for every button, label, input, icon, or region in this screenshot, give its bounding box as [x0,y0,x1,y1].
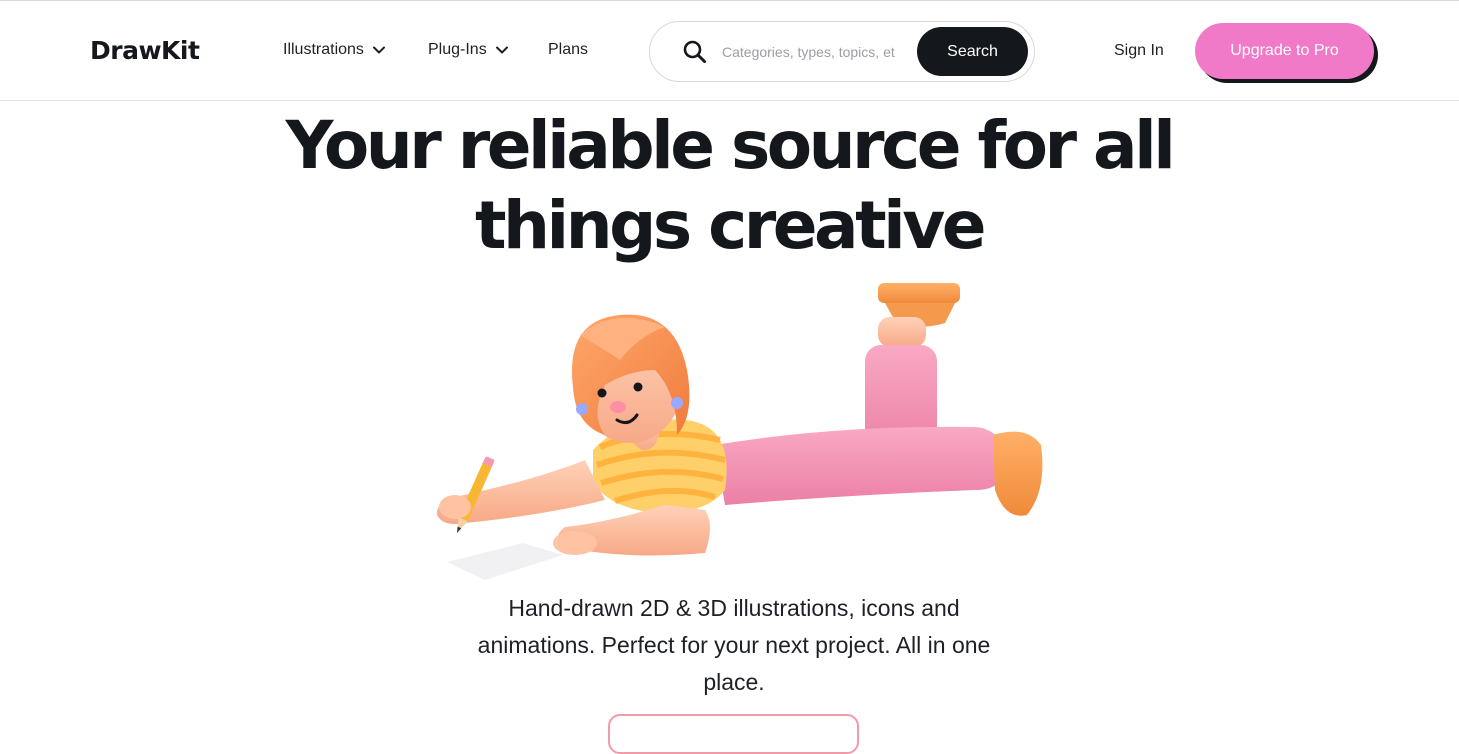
search-icon [683,40,706,63]
drawkit-logo[interactable]: DrawKit [90,36,200,65]
girl-drawing-illustration [436,283,1043,580]
hero-subtitle: Hand-drawn 2D & 3D illustrations, icons … [477,595,991,695]
nav-plans-label: Plans [548,41,589,58]
nav-illustrations[interactable]: Illustrations [283,41,386,59]
hero-title-line-1: Your reliable source for all [285,107,1176,184]
search-input[interactable] [722,40,908,64]
nav-plans[interactable]: Plans [548,41,588,59]
chevron-down-icon [495,46,508,54]
upgrade-button-wrapper: Upgrade to Pro [1195,23,1378,83]
search-button[interactable]: Search [917,27,1028,76]
upgrade-to-pro-button[interactable]: Upgrade to Pro [1195,23,1374,79]
chevron-down-icon [372,46,385,54]
hero-cta-button[interactable] [608,714,859,754]
hero-title: Your reliable source for all things crea… [229,106,1229,266]
sign-in-link[interactable]: Sign In [1114,42,1164,60]
search-bar: Search [649,21,1035,82]
nav-illustrations-label: Illustrations [283,41,364,58]
nav-plug-ins-label: Plug-Ins [428,41,487,58]
site-header: DrawKit Illustrations Plug-Ins Plans Sea… [0,1,1459,101]
hero-title-line-2: things creative [474,187,987,264]
nav-plug-ins[interactable]: Plug-Ins [428,41,509,59]
